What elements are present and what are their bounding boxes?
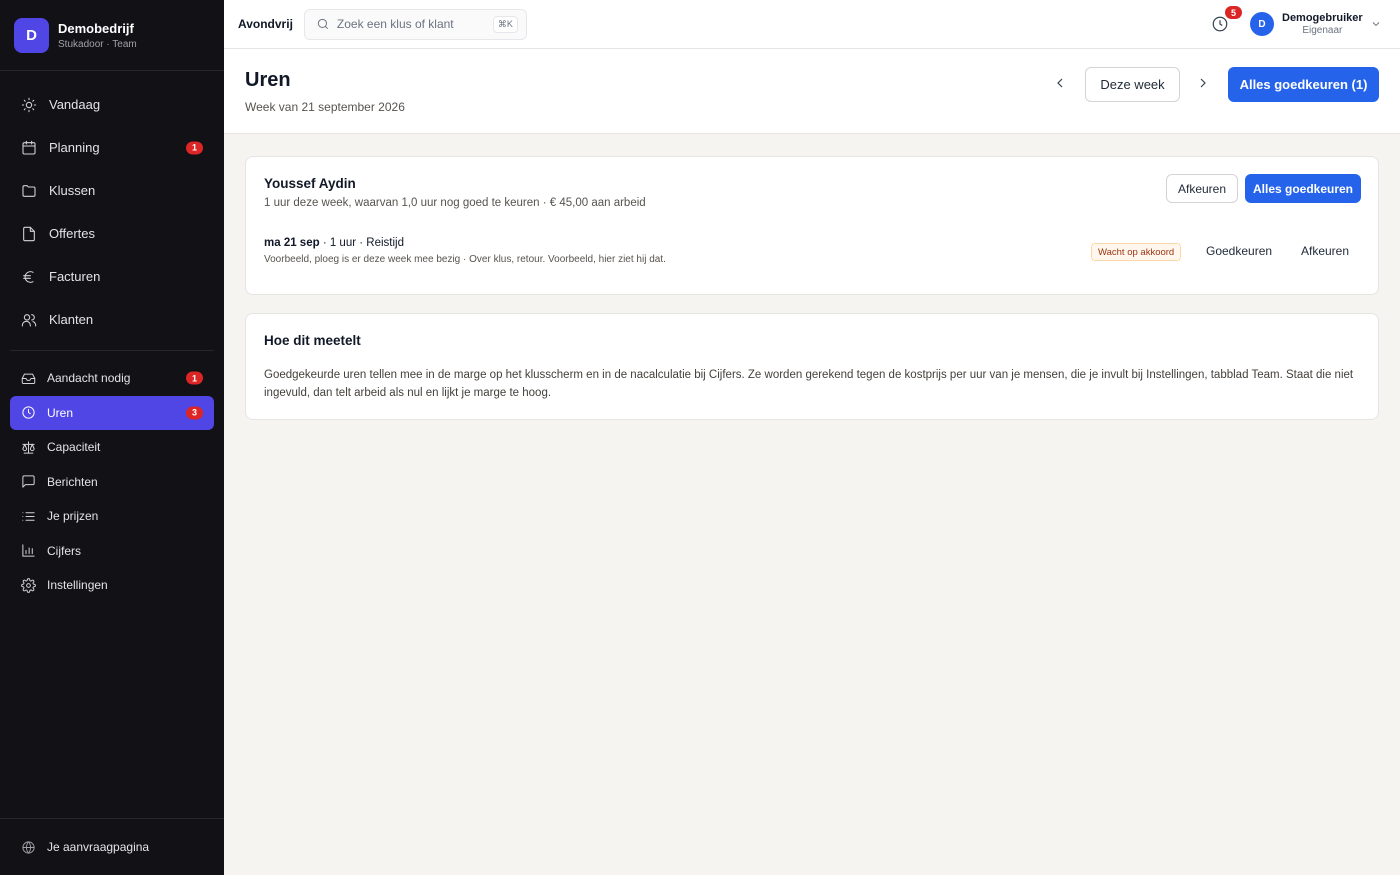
reject-all-button[interactable]: Afkeuren [1166,174,1238,203]
sidebar-item-facturen[interactable]: Facturen [0,255,224,298]
page-header: Uren Week van 21 september 2026 Deze wee… [224,49,1400,134]
message-icon [22,475,35,488]
search-input[interactable] [336,17,487,31]
sidebar-item-instellingen[interactable]: Instellingen [0,568,224,603]
user-role: Eigenaar [1302,25,1343,36]
sidebar-item-label: Offertes [49,226,96,241]
gear-icon [21,577,36,593]
sidebar-item-label: Facturen [49,269,101,284]
reject-entry-button[interactable]: Afkeuren [1301,244,1349,258]
euro-icon [23,270,34,283]
entry-details: · 1 uur · Reistijd [319,237,404,249]
chevron-left-icon [1057,78,1063,88]
list-icon [22,512,35,521]
sidebar-item-label: Planning [49,140,100,155]
inbox-icon [21,373,36,384]
bar-chart-icon [22,544,35,557]
entry-title: ma 21 sep · 1 uur · Reistijd [264,237,404,249]
brand-name: Demobedrijf [58,20,134,36]
sidebar-item-label: Vandaag [49,97,101,112]
previous-week-button[interactable] [1052,75,1070,93]
info-card: Hoe dit meetelt Goedgekeurde uren tellen… [245,313,1379,420]
sidebar-item-berichten[interactable]: Berichten [0,465,224,500]
scale-icon [22,441,35,454]
next-week-button[interactable] [1195,75,1213,93]
clock-icon [1212,16,1228,32]
document-icon [23,226,35,241]
search-shortcut: ⌘K [492,15,518,33]
sun-icon [21,97,37,112]
employee-hours-card: Youssef Aydin 1 uur deze week, waarvan 1… [245,156,1379,295]
notification-badge: 5 [1225,6,1242,19]
sidebar-item-capaciteit[interactable]: Capaciteit [0,430,224,465]
timer-button[interactable]: 5 [1210,6,1242,35]
sidebar-item-label: Berichten [47,474,98,489]
sidebar-item-je-prijzen[interactable]: Je prijzen [0,499,224,534]
employee-name: Youssef Aydin [264,176,356,191]
page-subtitle: Week van 21 september 2026 [245,100,405,114]
sidebar-item-vandaag[interactable]: Vandaag [0,83,224,126]
status-badge: Wacht op akkoord [1091,243,1182,261]
search-icon [317,18,328,30]
sidebar-item-label: Cijfers [47,543,82,558]
globe-icon [22,840,35,854]
user-menu[interactable]: D Demogebruiker Eigenaar [1250,11,1382,37]
user-name: Demogebruiker [1282,12,1363,24]
sidebar: D Demobedrijf Stukadoor · Team Vandaag P… [0,0,224,875]
count-badge: 3 [186,406,203,420]
this-week-button[interactable]: Deze week [1085,67,1180,102]
sidebar-item-klussen[interactable]: Klussen [0,169,224,212]
sidebar-item-klanten[interactable]: Klanten [0,298,224,341]
sidebar-item-je-aanvraagpagina[interactable]: Je aanvraagpagina [0,818,224,875]
sidebar-item-cijfers[interactable]: Cijfers [0,534,224,569]
sidebar-item-label: Instellingen [47,578,108,593]
count-badge: 1 [186,371,203,385]
approve-entry-button[interactable]: Goedkeuren [1206,244,1272,258]
info-body: Goedgekeurde uren tellen mee in de marge… [264,369,1354,399]
sidebar-item-label: Uren [47,405,74,420]
avatar: D [1250,12,1274,36]
approve-employee-button[interactable]: Alles goedkeuren [1245,174,1361,203]
approve-all-button[interactable]: Alles goedkeuren (1) [1228,67,1379,102]
entry-date: ma 21 sep [264,237,320,249]
sidebar-item-offertes[interactable]: Offertes [0,212,224,255]
sidebar-item-planning[interactable]: Planning 1 [0,126,224,169]
brand-subtitle: Stukadoor · Team [58,38,137,50]
topbar: Avondvrij ⌘K 5 D Demogebruiker Eigenaar [224,0,1400,49]
sidebar-item-label: Klussen [49,183,96,198]
users-icon [21,313,37,327]
chevron-down-icon [1372,22,1380,27]
sidebar-item-uren[interactable]: Uren 3 [10,395,214,430]
clock-icon [22,406,35,419]
page-title: Uren [245,69,291,91]
chevron-right-icon [1200,78,1206,88]
secondary-nav: Aandacht nodig 1 Uren 3 Capaciteit Beric… [0,361,224,603]
sidebar-item-label: Capaciteit [47,440,101,455]
info-title: Hoe dit meetelt [264,333,361,348]
brand[interactable]: D Demobedrijf Stukadoor · Team [0,0,224,71]
sidebar-divider [10,350,214,351]
entry-description: Voorbeeld, ploeg is er deze week mee bez… [264,254,666,265]
employee-summary: 1 uur deze week, waarvan 1,0 uur nog goe… [264,197,646,209]
company-name[interactable]: Avondvrij [238,17,293,31]
sidebar-item-label: Je prijzen [47,509,99,524]
sidebar-item-label: Aandacht nodig [47,371,131,386]
sidebar-item-aandacht-nodig[interactable]: Aandacht nodig 1 [0,361,224,396]
brand-logo: D [14,17,49,53]
sidebar-item-label: Klanten [49,312,94,327]
calendar-icon [22,140,36,155]
main-nav: Vandaag Planning 1 Klussen Offertes Fact… [0,71,224,341]
search-box[interactable]: ⌘K [303,8,527,40]
sidebar-footer-label: Je aanvraagpagina [47,840,150,854]
count-badge: 1 [186,141,203,154]
folder-icon [22,184,36,197]
